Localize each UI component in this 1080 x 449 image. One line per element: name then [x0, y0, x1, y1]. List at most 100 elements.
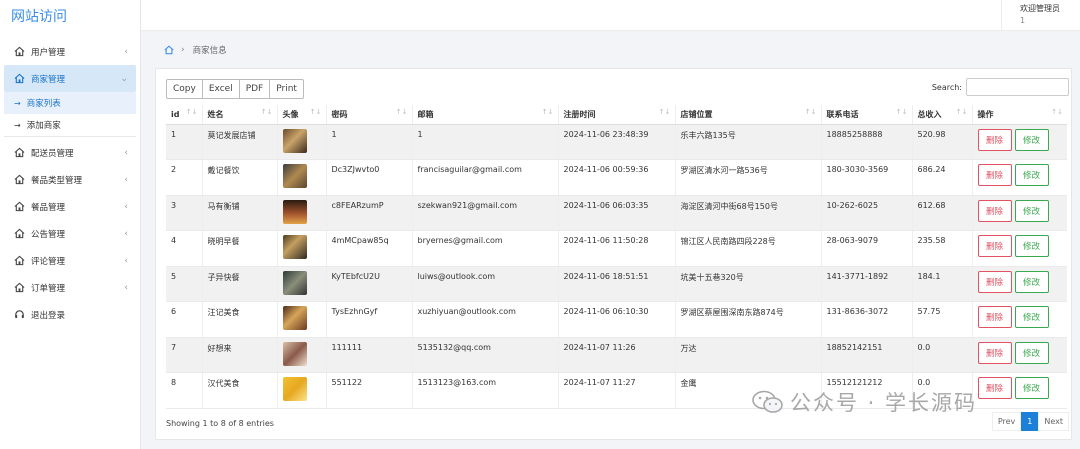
cell-id: 3: [166, 195, 203, 231]
cell-register-time: 2024-11-06 06:03:35: [558, 195, 676, 231]
merchant-table: id ↑↓ 姓名 ↑↓ 头像 ↑↓ 密码 ↑↓ 邮箱 ↑↓ 注册时间 ↑↓ 店铺位置 ↑↓ 联…: [166, 105, 1067, 409]
sidebar-item-merchant-management[interactable]: 商家管理 ⌄: [4, 65, 136, 92]
delete-button[interactable]: 删除: [977, 128, 1012, 151]
sidebar-nav-rest: 配送员管理 ‹ 餐品类型管理 ‹ 餐品管理 ‹ 公告管理 ‹ 评论管理 ‹ 订单…: [0, 139, 140, 328]
cell-register-time: 2024-11-06 23:48:39: [558, 124, 676, 160]
sidebar-item-notice-management[interactable]: 公告管理 ‹: [0, 220, 140, 247]
merchant-panel: Copy Excel PDF Print Search: id ↑↓ 姓名 ↑↓ 头…: [155, 68, 1072, 440]
cell-email: xuzhiyuan@outlook.com: [412, 301, 559, 338]
cell-avatar: [277, 337, 327, 373]
sidebar-item-order-management[interactable]: 订单管理 ‹: [0, 274, 140, 301]
edit-button[interactable]: 修改: [1014, 270, 1049, 293]
column-header-name[interactable]: 姓名 ↑↓: [202, 105, 278, 125]
cell-avatar: [277, 372, 327, 409]
column-header-password[interactable]: 密码 ↑↓: [326, 105, 413, 125]
column-header-email[interactable]: 邮箱 ↑↓: [412, 105, 559, 125]
column-label: 注册时间: [563, 109, 596, 119]
delete-button[interactable]: 删除: [977, 199, 1012, 222]
delete-button[interactable]: 删除: [977, 377, 1012, 399]
sidebar-item-label: 餐品类型管理: [31, 175, 83, 186]
column-header-avatar[interactable]: 头像 ↑↓: [277, 105, 327, 125]
cell-phone: 131-8636-3072: [821, 301, 913, 338]
cell-phone: 10-262-6025: [821, 195, 913, 231]
table-header-row: id ↑↓ 姓名 ↑↓ 头像 ↑↓ 密码 ↑↓ 邮箱 ↑↓ 注册时间 ↑↓ 店铺位置 ↑↓ 联…: [166, 105, 1067, 125]
submenu-item-label: 添加商家: [26, 121, 61, 131]
submenu-item-merchant-list[interactable]: → 商家列表: [4, 92, 136, 114]
search-label: Search:: [931, 82, 962, 92]
chevron-left-icon: ‹: [124, 201, 128, 212]
sort-icon: ↑↓: [260, 108, 273, 116]
row-actions: 删除 修改: [977, 306, 1063, 328]
sidebar-item-food-type-management[interactable]: 餐品类型管理 ‹: [0, 166, 140, 193]
cell-location: 海淀区清河中街68号150号: [675, 195, 822, 231]
column-label: 头像: [282, 109, 299, 119]
cell-name: 子异快餐: [202, 266, 278, 302]
page-button-current[interactable]: 1: [1021, 412, 1039, 431]
delete-button[interactable]: 删除: [977, 341, 1012, 364]
edit-button[interactable]: 修改: [1014, 341, 1049, 364]
cell-phone: 18852142151: [821, 337, 913, 373]
edit-button[interactable]: 修改: [1014, 235, 1049, 257]
cell-password: TysEzhnGyf: [326, 301, 413, 338]
edit-button[interactable]: 修改: [1014, 306, 1049, 328]
print-button[interactable]: Print: [269, 79, 304, 99]
row-actions: 删除 修改: [977, 270, 1063, 293]
delete-button[interactable]: 删除: [977, 270, 1012, 293]
cell-actions: 删除 修改: [972, 230, 1067, 267]
brand-title[interactable]: 网站访问: [0, 0, 140, 31]
edit-button[interactable]: 修改: [1014, 164, 1049, 186]
table-row: 3 马有衡铺 c8FEARzumP szekwan921@gmail.com 2024-…: [166, 195, 1067, 231]
arrow-right-icon: →: [14, 98, 21, 108]
copy-button[interactable]: Copy: [166, 79, 203, 99]
prev-page-button[interactable]: Prev: [991, 412, 1022, 431]
sidebar-item-courier-management[interactable]: 配送员管理 ‹: [0, 139, 140, 166]
avatar: [282, 164, 307, 188]
cell-location: 万达: [675, 337, 822, 373]
edit-button[interactable]: 修改: [1014, 128, 1049, 151]
watermark-text: 公众号 · 学长源码: [790, 391, 978, 415]
column-header-actions[interactable]: 操作 ↑↓: [972, 105, 1067, 125]
row-actions: 删除 修改: [977, 377, 1063, 399]
sidebar-item-logout[interactable]: 退出登录: [0, 301, 140, 328]
sort-icon: ↑↓: [895, 108, 908, 116]
column-label: 联系电话: [826, 109, 859, 119]
column-header-location[interactable]: 店铺位置 ↑↓: [675, 105, 822, 125]
table-row: 6 汪记美食 TysEzhnGyf xuzhiyuan@outlook.com 2024…: [166, 301, 1067, 338]
excel-button[interactable]: Excel: [201, 79, 240, 99]
cell-location: 罗湖区清水河一路536号: [675, 159, 822, 196]
user-menu[interactable]: 欢迎管理员 1: [1001, 0, 1080, 31]
search-input[interactable]: [966, 78, 1069, 96]
cell-id: 8: [166, 372, 203, 409]
delete-button[interactable]: 删除: [977, 235, 1012, 257]
edit-button[interactable]: 修改: [1014, 199, 1049, 222]
pdf-button[interactable]: PDF: [238, 79, 271, 99]
cell-actions: 删除 修改: [972, 301, 1067, 338]
delete-button[interactable]: 删除: [977, 306, 1012, 328]
breadcrumb: › 商家信息: [164, 44, 227, 56]
edit-button[interactable]: 修改: [1014, 377, 1049, 399]
next-page-button[interactable]: Next: [1038, 412, 1069, 431]
delete-button[interactable]: 删除: [977, 164, 1012, 186]
cell-location: 坑美十五巷320号: [675, 266, 822, 302]
row-actions: 删除 修改: [977, 164, 1063, 186]
sidebar-item-food-management[interactable]: 餐品管理 ‹: [0, 193, 140, 220]
sidebar-item-comment-management[interactable]: 评论管理 ‹: [0, 247, 140, 274]
cell-id: 5: [166, 266, 203, 302]
sort-icon: ↑↓: [541, 108, 554, 116]
cell-password: KyTEbfcU2U: [326, 266, 413, 302]
column-header-register-time[interactable]: 注册时间 ↑↓: [558, 105, 676, 125]
cell-id: 2: [166, 159, 203, 196]
cell-id: 6: [166, 301, 203, 338]
row-actions: 删除 修改: [977, 341, 1063, 364]
merchant-submenu: → 商家列表 → 添加商家: [4, 92, 136, 136]
column-header-phone[interactable]: 联系电话 ↑↓: [821, 105, 913, 125]
column-header-id[interactable]: id ↑↓: [166, 105, 203, 125]
home-icon[interactable]: [164, 45, 174, 55]
submenu-item-add-merchant[interactable]: → 添加商家: [4, 114, 136, 136]
cell-name: 晓明早餐: [202, 230, 278, 267]
sidebar-item-user-management[interactable]: 用户管理 ‹: [0, 38, 140, 65]
column-label: 总收入: [917, 109, 942, 119]
column-header-income[interactable]: 总收入 ↑↓: [912, 105, 973, 125]
cell-avatar: [277, 195, 327, 231]
sidebar-item-label: 餐品管理: [31, 202, 66, 213]
